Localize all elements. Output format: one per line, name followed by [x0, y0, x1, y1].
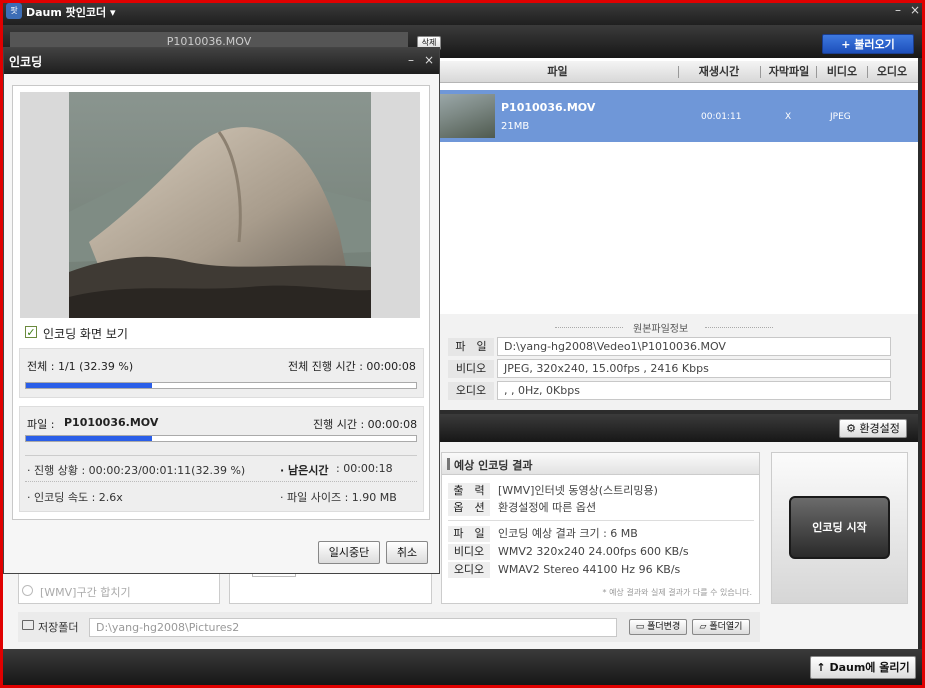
- save-folder-path[interactable]: D:\yang-hg2008\Pictures2: [89, 618, 617, 637]
- expected-audio-value: WMAV2 Stereo 44100 Hz 96 KB/s: [498, 563, 681, 576]
- expected-output-label: 출 력: [448, 483, 490, 499]
- header-file[interactable]: 파일: [505, 63, 610, 81]
- close-button[interactable]: ×: [910, 4, 920, 16]
- dialog-title-bar: [4, 48, 439, 74]
- source-video-label: 비디오: [448, 360, 494, 378]
- output-file-size: · 파일 사이즈 : 1.90 MB: [280, 491, 397, 504]
- pause-button[interactable]: 일시중단: [318, 541, 380, 564]
- source-file-field: D:\yang-hg2008\Vedeo1\P1010036.MOV: [497, 337, 891, 356]
- expected-video-label: 비디오: [448, 544, 490, 560]
- header-separator: [760, 66, 761, 78]
- dialog-close-button[interactable]: ×: [424, 53, 434, 67]
- upload-daum-button[interactable]: ↑ Daum에 올리기: [810, 656, 916, 679]
- gear-icon: ⚙: [846, 422, 856, 435]
- expected-option-value: 환경설정에 따른 옵션: [498, 501, 597, 514]
- open-folder-button[interactable]: ▱ 폴더열기: [692, 619, 750, 635]
- expected-result-title: 예상 인코딩 결과: [454, 459, 533, 472]
- divider: [25, 455, 417, 456]
- minimize-button[interactable]: –: [895, 4, 901, 16]
- file-progress-name: P1010036.MOV: [64, 416, 159, 429]
- file-elapsed-time: 진행 시간 : 00:00:08: [313, 418, 418, 431]
- file-progress-bar: [25, 435, 417, 442]
- source-audio-label: 오디오: [448, 382, 494, 400]
- folder-icon: ▭: [635, 622, 645, 632]
- preview-video-frame: [69, 92, 371, 318]
- expected-output-value: [WMV]인터넷 동영상(스트리밍용): [498, 484, 658, 497]
- overall-progress-label: 전체 : 1/1 (32.39 %): [27, 360, 134, 373]
- row-file-size: 21MB: [501, 121, 530, 132]
- overall-progress-fill: [26, 383, 153, 388]
- divider: [555, 327, 623, 328]
- header-separator: [867, 66, 868, 78]
- app-logo-icon: 팟: [6, 3, 22, 19]
- open-folder-label: 폴더열기: [709, 622, 743, 632]
- row-subtitle: X: [785, 112, 792, 122]
- remaining-time-label: · 남은시간: [280, 464, 329, 477]
- row-duration: 00:01:11: [701, 112, 742, 122]
- overall-elapsed-time: 전체 진행 시간 : 00:00:08: [288, 360, 416, 373]
- expected-option-label: 옵 션: [448, 500, 490, 516]
- divider: [25, 481, 417, 482]
- source-video-field: JPEG, 320x240, 15.00fps , 2416 Kbps: [497, 359, 891, 378]
- upload-label: Daum에 올리기: [829, 661, 910, 674]
- source-file-label: 파 일: [448, 338, 494, 356]
- header-audio[interactable]: 오디오: [869, 63, 915, 81]
- settings-button-label: 환경설정: [859, 422, 900, 435]
- up-arrow-icon: ↑: [816, 661, 826, 674]
- source-info-title: 원본파일정보: [633, 324, 689, 335]
- expected-note: * 예상 결과와 실제 결과가 다를 수 있습니다.: [602, 588, 752, 597]
- merge-option-label: [WMV]구간 합치기: [40, 586, 131, 599]
- settings-button[interactable]: ⚙ 환경설정: [839, 419, 907, 438]
- header-separator: [678, 66, 679, 78]
- divider: [705, 327, 773, 328]
- expected-video-value: WMV2 320x240 24.00fps 600 KB/s: [498, 545, 689, 558]
- expected-audio-label: 오디오: [448, 562, 490, 578]
- bottom-bar: [3, 649, 922, 685]
- open-folder-icon: ▱: [699, 622, 707, 632]
- app-title-menu[interactable]: Daum 팟인코더 ▾: [26, 4, 116, 20]
- source-audio-field: , , 0Hz, 0Kbps: [497, 381, 891, 400]
- load-button[interactable]: + 불러오기: [822, 34, 914, 54]
- remaining-time-value: : 00:00:18: [336, 462, 393, 475]
- start-encoding-button[interactable]: 인코딩 시작: [789, 496, 890, 559]
- change-folder-button[interactable]: ▭ 폴더변경: [629, 619, 687, 635]
- show-preview-label[interactable]: 인코딩 화면 보기: [43, 325, 128, 342]
- header-video[interactable]: 비디오: [818, 63, 866, 81]
- video-thumbnail: [440, 94, 495, 138]
- progress-status: · 진행 상황 : 00:00:23/00:01:11(32.39 %): [27, 464, 246, 477]
- row-video: JPEG: [830, 112, 851, 122]
- folder-icon: [22, 620, 34, 630]
- header-duration[interactable]: 재생시간: [683, 63, 755, 81]
- cancel-button[interactable]: 취소: [386, 541, 428, 564]
- file-progress-fill: [26, 436, 153, 441]
- header-separator: [816, 66, 817, 78]
- save-folder-label: 저장폴더: [38, 621, 79, 634]
- expected-file-label: 파 일: [448, 526, 490, 542]
- dialog-title: 인코딩: [9, 55, 43, 69]
- divider: [448, 520, 754, 521]
- dialog-minimize-button[interactable]: –: [408, 53, 414, 67]
- merge-radio[interactable]: [22, 585, 33, 596]
- encoding-speed: · 인코딩 속도 : 2.6x: [27, 491, 123, 504]
- overall-progress-bar: [25, 382, 417, 389]
- header-subtitle[interactable]: 자막파일: [762, 63, 816, 81]
- row-file-name: P1010036.MOV: [501, 101, 596, 114]
- show-preview-checkbox[interactable]: ✓: [25, 326, 37, 338]
- change-folder-label: 폴더변경: [647, 622, 681, 632]
- expected-file-value: 인코딩 예상 결과 크기 : 6 MB: [498, 527, 638, 540]
- file-progress-label: 파일 :: [27, 418, 55, 431]
- section-marker: [447, 458, 450, 470]
- title-bar: [3, 3, 922, 25]
